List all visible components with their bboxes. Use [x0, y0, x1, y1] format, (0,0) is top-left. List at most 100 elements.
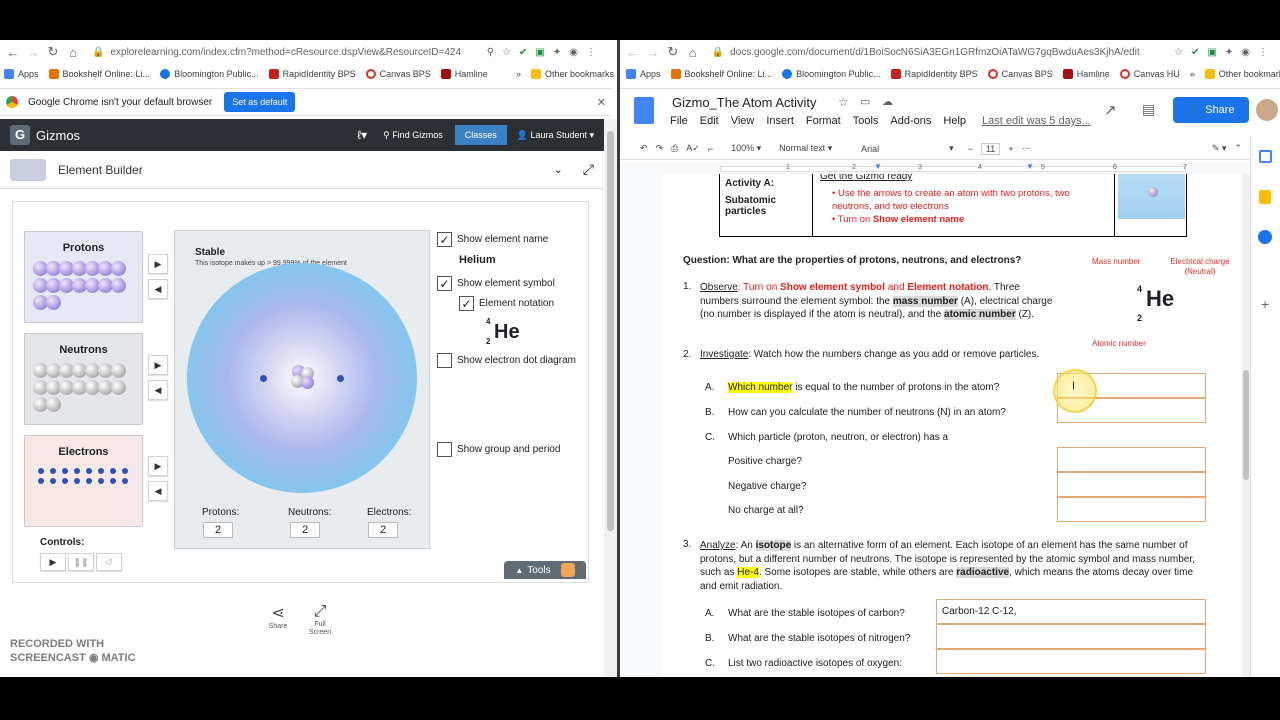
electron-particle[interactable] [74, 478, 80, 484]
back-icon[interactable]: ← [4, 45, 22, 60]
user-menu[interactable]: 👤 Laura Student ▾ [517, 130, 594, 141]
bookmarks-more[interactable]: » [516, 69, 521, 79]
q3c-answer-box[interactable] [936, 649, 1206, 674]
keep-icon[interactable] [1259, 190, 1271, 204]
electrons-reservoir[interactable] [25, 458, 142, 494]
calendar-icon[interactable] [1259, 150, 1272, 163]
address-bar[interactable]: 🔒 docs.google.com/document/d/1BoiSocN6Si… [703, 41, 1277, 63]
activity-trend-icon[interactable]: ↗ [1104, 101, 1117, 119]
indent-marker-icon[interactable]: ▼ [874, 162, 882, 171]
star-icon[interactable]: ☆ [1174, 47, 1183, 58]
font-size-input[interactable]: 11 [980, 142, 1001, 155]
proton-particle[interactable] [111, 261, 126, 276]
zoom-select[interactable]: 100% ▾ [731, 143, 761, 154]
menu-addons[interactable]: Add-ons [890, 115, 931, 127]
find-gizmos-link[interactable]: ⚲ Find Gizmos [383, 130, 443, 141]
forward-icon[interactable]: → [644, 45, 662, 60]
bookmark-bookshelf[interactable]: Bookshelf Online: Li... [670, 69, 772, 79]
bookmark-canvas-hu[interactable]: Canvas HU [1119, 69, 1180, 79]
electron-particle[interactable] [98, 478, 104, 484]
bookmark-rapididentity[interactable]: RapidIdentity BPS [890, 69, 978, 79]
signature-icon[interactable]: ℓ▾ [357, 128, 367, 142]
reload-icon[interactable]: ↻ [664, 44, 682, 60]
electron-particle[interactable] [50, 478, 56, 484]
font-size-decrease[interactable]: − [968, 144, 973, 154]
collapse-chevron-icon[interactable]: ⌃ [1234, 143, 1242, 154]
chevron-down-icon[interactable]: ▾ [949, 143, 954, 154]
document-scroll-thumb[interactable] [1243, 370, 1249, 480]
account-avatar[interactable] [1256, 99, 1278, 121]
document-scrollbar[interactable] [1242, 174, 1250, 677]
puzzle-icon[interactable]: ✦ [553, 47, 561, 58]
share-button[interactable]: 👤 Share [1173, 97, 1249, 123]
editing-mode-icon[interactable]: ✎ ▾ [1212, 143, 1227, 154]
protons-reservoir[interactable] [25, 254, 142, 317]
infobar-close-icon[interactable]: ✕ [597, 96, 606, 109]
paint-format-icon[interactable]: ⌐ [708, 144, 713, 154]
add-addon-icon[interactable]: + [1261, 296, 1269, 312]
expand-icon[interactable]: ⤢ [583, 161, 594, 178]
electron-particle[interactable] [122, 478, 128, 484]
group-period-checkbox[interactable] [437, 442, 452, 457]
check-extension-icon[interactable]: ✔ [1191, 47, 1199, 58]
element-notation-option[interactable]: ✓ Element notation [459, 296, 587, 311]
star-icon[interactable]: ☆ [502, 47, 511, 58]
menu-format[interactable]: Format [806, 115, 841, 127]
tasks-icon[interactable] [1258, 230, 1272, 244]
neutron-particle[interactable] [111, 380, 126, 395]
bookmark-hamline[interactable]: Hamline [440, 69, 488, 79]
bookmark-other[interactable]: Other bookmarks [530, 69, 614, 79]
electron-particle[interactable] [86, 478, 92, 484]
redo-icon[interactable]: ↷ [656, 143, 664, 154]
play-button[interactable]: ▶ [40, 553, 66, 571]
classes-button[interactable]: Classes [454, 125, 507, 145]
style-select[interactable]: Normal text ▾ [779, 143, 849, 154]
electron-particle[interactable] [38, 478, 44, 484]
bookmark-library[interactable]: Bloomington Public... [160, 69, 259, 79]
pause-button[interactable]: ❚❚ [68, 553, 94, 571]
electron-particle[interactable] [62, 478, 68, 484]
menu-view[interactable]: View [731, 115, 755, 127]
remove-neutron-button[interactable]: ◀ [148, 380, 168, 400]
show-group-period-option[interactable]: Show group and period [437, 442, 587, 457]
fullscreen-button[interactable]: ⤢ Full Screen [307, 603, 333, 637]
reload-icon[interactable]: ↻ [44, 44, 62, 60]
show-element-name-option[interactable]: ✓ Show element name [437, 232, 587, 247]
electron-particle[interactable] [50, 468, 56, 474]
add-electron-button[interactable]: ▶ [148, 456, 168, 476]
set-default-button[interactable]: Set as default [224, 92, 296, 112]
q3a-answer-box[interactable]: Carbon-12 C-12, [936, 599, 1206, 624]
print-icon[interactable]: ⎙ [671, 143, 678, 154]
electron-particle[interactable] [86, 468, 92, 474]
dot-diagram-checkbox[interactable] [437, 353, 452, 368]
q3b-answer-box[interactable] [936, 624, 1206, 649]
tab-marker-icon[interactable]: ▼ [1026, 162, 1034, 171]
electron-particle[interactable] [74, 468, 80, 474]
q2c-negative-answer-box[interactable] [1057, 472, 1206, 497]
home-icon[interactable]: ⌂ [64, 45, 82, 60]
neutrons-reservoir[interactable] [25, 356, 142, 419]
show-element-symbol-option[interactable]: ✓ Show element symbol [437, 276, 587, 291]
tools-button[interactable]: ▲ Tools [504, 561, 586, 579]
search-icon[interactable]: ⚲ [487, 47, 494, 58]
electron-particle[interactable] [98, 468, 104, 474]
spellcheck-icon[interactable]: A✓ [686, 143, 700, 154]
extension-icon[interactable]: ▣ [535, 47, 544, 58]
bookmark-apps[interactable]: Apps [626, 69, 661, 79]
doc-title[interactable]: Gizmo_The Atom Activity [672, 95, 817, 110]
menu-file[interactable]: File [670, 115, 688, 127]
show-dot-diagram-option[interactable]: Show electron dot diagram [437, 353, 587, 368]
q2c-positive-answer-box[interactable] [1057, 447, 1206, 472]
neutron-particle[interactable] [111, 363, 126, 378]
reset-button[interactable]: ↺ [96, 553, 122, 571]
profile-icon[interactable]: ◉ [569, 47, 578, 58]
menu-insert[interactable]: Insert [766, 115, 794, 127]
home-icon[interactable]: ⌂ [684, 45, 702, 60]
bookmarks-more[interactable]: » [1190, 69, 1195, 79]
add-neutron-button[interactable]: ▶ [148, 355, 168, 375]
puzzle-icon[interactable]: ✦ [1225, 47, 1233, 58]
left-scrollbar[interactable] [604, 119, 617, 677]
electron-particle[interactable] [110, 478, 116, 484]
font-size-increase[interactable]: + [1008, 144, 1013, 154]
bookmark-hamline[interactable]: Hamline [1062, 69, 1110, 79]
